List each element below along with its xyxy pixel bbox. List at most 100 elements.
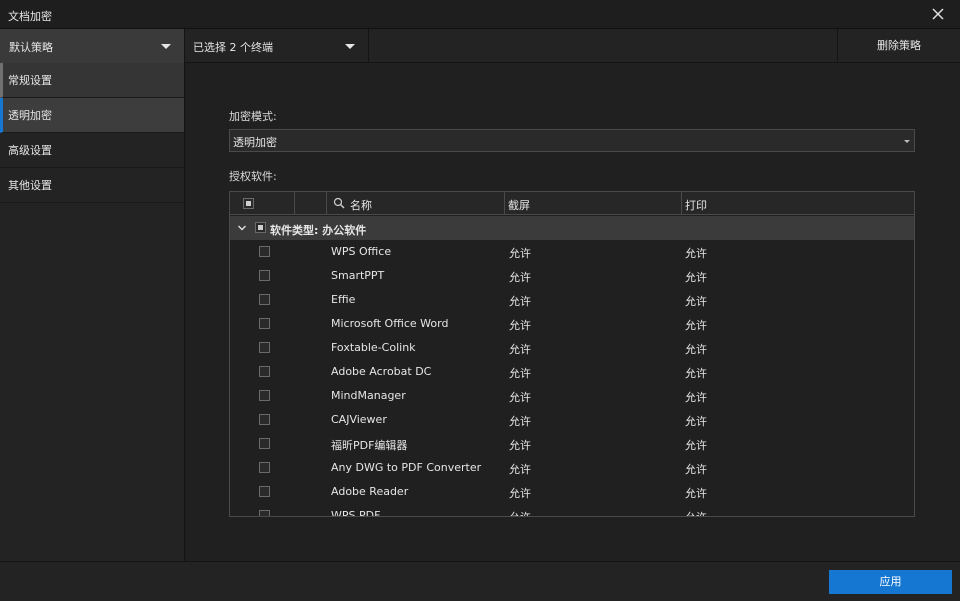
sidebar: 常规设置 透明加密 高级设置 其他设置 [0,63,185,561]
sidebar-item-label: 透明加密 [8,109,52,122]
cell-print[interactable]: 允许 [685,389,707,405]
sidebar-item-other[interactable]: 其他设置 [0,168,184,203]
cell-screenshot[interactable]: 允许 [509,341,531,357]
sidebar-item-advanced[interactable]: 高级设置 [0,133,184,168]
table-header: 名称 截屏 打印 [230,192,914,215]
column-header-screenshot[interactable]: 截屏 [508,197,530,213]
row-checkbox[interactable] [259,270,270,281]
main-panel: 加密模式: 透明加密 授权软件: 名称 截屏 打印 软件类型: 办公软件 WPS… [186,63,960,561]
table-row[interactable]: WPS Office 允许 允许 [230,240,914,264]
cell-screenshot[interactable]: 允许 [509,293,531,309]
row-checkbox[interactable] [259,414,270,425]
column-header-name[interactable]: 名称 [350,197,372,213]
cell-name: Microsoft Office Word [331,317,449,330]
cell-screenshot[interactable]: 允许 [509,389,531,405]
column-header-print[interactable]: 打印 [685,197,707,213]
chevron-down-icon [161,44,171,49]
cell-print[interactable]: 允许 [685,437,707,453]
table-row[interactable]: MindManager 允许 允许 [230,384,914,408]
cell-name: Foxtable-Colink [331,341,416,354]
column-divider [294,192,295,215]
table-row[interactable]: SmartPPT 允许 允许 [230,264,914,288]
cell-screenshot[interactable]: 允许 [509,413,531,429]
cell-name: Any DWG to PDF Converter [331,461,482,474]
row-checkbox[interactable] [259,318,270,329]
row-checkbox[interactable] [259,294,270,305]
table-row[interactable]: CAJViewer 允许 允许 [230,408,914,432]
cell-print[interactable]: 允许 [685,413,707,429]
group-checkbox[interactable] [255,222,266,233]
cell-print[interactable]: 允许 [685,365,707,381]
window-title: 文档加密 [8,10,52,23]
cell-name: WPS Office [331,245,392,258]
policy-dropdown-label: 默认策略 [9,41,53,54]
search-icon[interactable] [333,197,345,209]
toolbar: 默认策略 已选择 2 个终端 删除策略 [0,29,960,63]
authorized-software-label: 授权软件: [229,170,277,183]
cell-print[interactable]: 允许 [685,245,707,261]
cell-screenshot[interactable]: 允许 [509,317,531,333]
table-row[interactable]: Adobe Reader 允许 允许 [230,480,914,504]
cell-print[interactable]: 允许 [685,341,707,357]
table-row[interactable]: WPS PDF 允许 允许 [230,504,914,516]
table-row[interactable]: Effie 允许 允许 [230,288,914,312]
row-checkbox[interactable] [259,462,270,473]
footer: 应用 [0,561,960,601]
column-divider [681,192,682,215]
table-row[interactable]: Any DWG to PDF Converter 允许 允许 [230,456,914,480]
row-checkbox[interactable] [259,390,270,401]
cell-print[interactable]: 允许 [685,461,707,477]
cell-name: MindManager [331,389,406,402]
sidebar-item-general[interactable]: 常规设置 [0,63,184,98]
select-all-checkbox[interactable] [243,198,254,209]
row-checkbox[interactable] [259,438,270,449]
cell-screenshot[interactable]: 允许 [509,245,531,261]
sidebar-item-label: 高级设置 [8,144,52,157]
encryption-mode-value: 透明加密 [233,136,277,149]
cell-screenshot[interactable]: 允许 [509,365,531,381]
row-checkbox[interactable] [259,246,270,257]
cell-screenshot[interactable]: 允许 [509,509,531,516]
cell-print[interactable]: 允许 [685,269,707,285]
chevron-down-icon [904,140,910,143]
apply-button[interactable]: 应用 [829,570,952,594]
chevron-down-icon [345,44,355,49]
cell-name: 福昕PDF编辑器 [331,439,408,452]
table-row[interactable]: Foxtable-Colink 允许 允许 [230,336,914,360]
cell-print[interactable]: 允许 [685,485,707,501]
cell-print[interactable]: 允许 [685,509,707,516]
cell-screenshot[interactable]: 允许 [509,437,531,453]
policy-dropdown[interactable]: 默认策略 [0,29,185,63]
encryption-mode-select[interactable]: 透明加密 [229,129,915,152]
row-checkbox[interactable] [259,342,270,353]
cell-name: CAJViewer [331,413,387,426]
close-icon[interactable] [928,4,948,24]
terminal-dropdown[interactable]: 已选择 2 个终端 [185,29,369,63]
table-row[interactable]: 福昕PDF编辑器 允许 允许 [230,432,914,456]
table-row[interactable]: Adobe Acrobat DC 允许 允许 [230,360,914,384]
group-row-office[interactable]: 软件类型: 办公软件 [230,216,914,240]
software-table: 名称 截屏 打印 软件类型: 办公软件 WPS Office 允许 允许 Sma… [229,191,915,517]
cell-screenshot[interactable]: 允许 [509,269,531,285]
cell-print[interactable]: 允许 [685,317,707,333]
cell-screenshot[interactable]: 允许 [509,485,531,501]
terminal-dropdown-label: 已选择 2 个终端 [193,41,273,54]
sidebar-item-label: 常规设置 [8,74,52,87]
title-bar: 文档加密 [0,0,960,29]
row-checkbox[interactable] [259,486,270,497]
cell-screenshot[interactable]: 允许 [509,461,531,477]
column-divider [326,192,327,215]
cell-name: Effie [331,293,356,306]
sidebar-item-transparent-encryption[interactable]: 透明加密 [0,98,184,133]
group-label: 软件类型: 办公软件 [270,224,367,237]
chevron-down-icon[interactable] [236,222,248,234]
cell-print[interactable]: 允许 [685,293,707,309]
delete-policy-button[interactable]: 删除策略 [837,29,960,63]
encryption-mode-label: 加密模式: [229,110,277,123]
table-row[interactable]: Microsoft Office Word 允许 允许 [230,312,914,336]
cell-name: Adobe Reader [331,485,409,498]
column-divider [504,192,505,215]
row-checkbox[interactable] [259,366,270,377]
sidebar-item-label: 其他设置 [8,179,52,192]
row-checkbox[interactable] [259,510,270,516]
